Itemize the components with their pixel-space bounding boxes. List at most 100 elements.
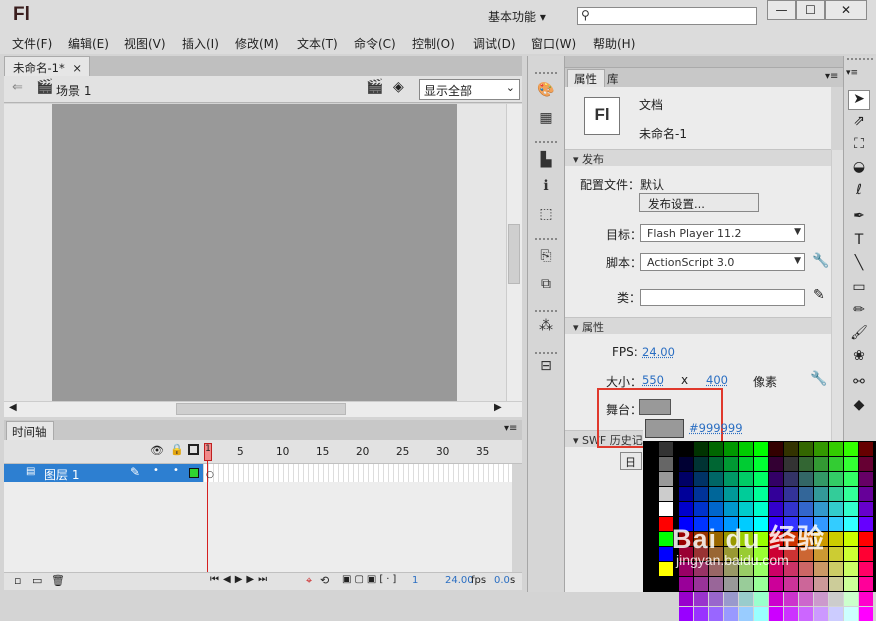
loop-icon[interactable]: ⟲: [320, 574, 329, 587]
color-swatch[interactable]: [814, 592, 828, 606]
color-swatch[interactable]: [829, 517, 843, 531]
color-swatch[interactable]: [754, 592, 768, 606]
color-swatch[interactable]: [859, 517, 873, 531]
color-swatch[interactable]: [709, 457, 723, 471]
color-swatch[interactable]: [844, 577, 858, 591]
color-swatch[interactable]: [724, 472, 738, 486]
onion-skin-icons[interactable]: ▣▢▣[·]: [342, 574, 399, 585]
back-arrow-icon[interactable]: ⇐: [12, 80, 23, 95]
color-swatch[interactable]: [709, 607, 723, 621]
visibility-dot[interactable]: •: [153, 465, 159, 476]
color-swatch[interactable]: [844, 592, 858, 606]
color-swatch[interactable]: [829, 502, 843, 516]
color-swatch[interactable]: [679, 607, 693, 621]
color-swatch[interactable]: [739, 472, 753, 486]
color-swatch[interactable]: [859, 487, 873, 501]
menu-text[interactable]: 文本(T): [297, 35, 338, 52]
color-swatch[interactable]: [724, 592, 738, 606]
color-swatch[interactable]: [799, 577, 813, 591]
color-swatch[interactable]: [844, 472, 858, 486]
color-swatch[interactable]: [694, 457, 708, 471]
swatches-icon[interactable]: ▦: [535, 110, 557, 130]
lock-icon[interactable]: 🔒: [170, 443, 184, 456]
menu-debug[interactable]: 调试(D): [473, 35, 516, 52]
panel-menu-icon[interactable]: ▾≡: [846, 68, 858, 78]
pencil-icon[interactable]: ✎: [813, 287, 825, 303]
color-swatch[interactable]: [769, 487, 783, 501]
color-swatch[interactable]: [769, 607, 783, 621]
color-swatch[interactable]: [859, 532, 873, 546]
new-layer-icon[interactable]: ▫: [14, 574, 21, 587]
panel-grip[interactable]: [847, 58, 873, 68]
stage-height[interactable]: 400: [706, 373, 728, 387]
color-swatch[interactable]: [859, 472, 873, 486]
menu-modify[interactable]: 修改(M): [235, 35, 279, 52]
color-swatch[interactable]: [784, 607, 798, 621]
layer-color-swatch[interactable]: [189, 468, 199, 478]
color-hex-value[interactable]: #999999: [689, 421, 743, 435]
color-swatch[interactable]: [784, 472, 798, 486]
color-swatch[interactable]: [739, 577, 753, 591]
color-swatch[interactable]: [844, 502, 858, 516]
color-swatch[interactable]: [769, 592, 783, 606]
color-swatch[interactable]: [754, 502, 768, 516]
eye-icon[interactable]: 👁: [150, 444, 164, 457]
3d-rotation-tool-icon[interactable]: ◒: [848, 159, 870, 179]
color-swatch[interactable]: [739, 487, 753, 501]
color-swatch[interactable]: [829, 472, 843, 486]
class-input[interactable]: [640, 289, 805, 306]
panel-grip[interactable]: [535, 72, 557, 76]
color-swatch[interactable]: [859, 592, 873, 606]
color-swatch[interactable]: [859, 607, 873, 621]
panel-drag-bar[interactable]: [565, 56, 843, 68]
color-panel-icon[interactable]: 🎨: [535, 82, 557, 102]
text-tool-icon[interactable]: T: [848, 232, 870, 252]
color-swatch[interactable]: [859, 562, 873, 576]
line-tool-icon[interactable]: ╲: [848, 255, 870, 275]
color-swatch[interactable]: [679, 457, 693, 471]
scroll-right-icon[interactable]: ▶: [494, 402, 502, 413]
stage-canvas[interactable]: [52, 104, 457, 401]
color-swatch[interactable]: [659, 502, 673, 516]
color-swatch[interactable]: [679, 487, 693, 501]
color-swatch[interactable]: [724, 607, 738, 621]
color-swatch[interactable]: [659, 517, 673, 531]
layer-name[interactable]: 图层 1: [44, 466, 79, 483]
color-swatch[interactable]: [724, 502, 738, 516]
color-swatch[interactable]: [859, 457, 873, 471]
color-swatch[interactable]: [694, 487, 708, 501]
color-swatch[interactable]: [799, 487, 813, 501]
color-swatch[interactable]: [814, 577, 828, 591]
script-select[interactable]: ActionScript 3.0 ▼: [640, 253, 805, 271]
color-swatch[interactable]: [799, 457, 813, 471]
color-swatch[interactable]: [769, 457, 783, 471]
maximize-button[interactable]: ☐: [796, 0, 825, 20]
color-swatch[interactable]: [694, 472, 708, 486]
edit-symbols-icon[interactable]: ◈: [393, 79, 404, 95]
menu-commands[interactable]: 命令(C): [354, 35, 396, 52]
color-swatch[interactable]: [844, 562, 858, 576]
color-swatch[interactable]: [679, 577, 693, 591]
color-swatch[interactable]: [829, 442, 843, 456]
color-swatch[interactable]: [814, 472, 828, 486]
workspace-switcher[interactable]: 基本功能 ▾: [482, 6, 568, 26]
stage-width[interactable]: 550: [642, 373, 664, 387]
color-swatch[interactable]: [784, 442, 798, 456]
color-swatch[interactable]: [694, 502, 708, 516]
bone-tool-icon[interactable]: ⚯: [848, 374, 870, 394]
color-swatch[interactable]: [769, 577, 783, 591]
color-swatch[interactable]: [754, 577, 768, 591]
color-swatch[interactable]: [694, 607, 708, 621]
color-swatch[interactable]: [754, 607, 768, 621]
menu-window[interactable]: 窗口(W): [531, 35, 576, 52]
color-swatch[interactable]: [659, 562, 673, 576]
color-swatch[interactable]: [659, 487, 673, 501]
color-swatch[interactable]: [769, 472, 783, 486]
motion-presets-icon[interactable]: ⁂: [535, 318, 557, 338]
color-swatch[interactable]: [754, 442, 768, 456]
color-swatch[interactable]: [679, 442, 693, 456]
frame-cells[interactable]: [204, 464, 512, 482]
color-swatch[interactable]: [814, 442, 828, 456]
color-swatch[interactable]: [844, 442, 858, 456]
color-swatch[interactable]: [829, 592, 843, 606]
